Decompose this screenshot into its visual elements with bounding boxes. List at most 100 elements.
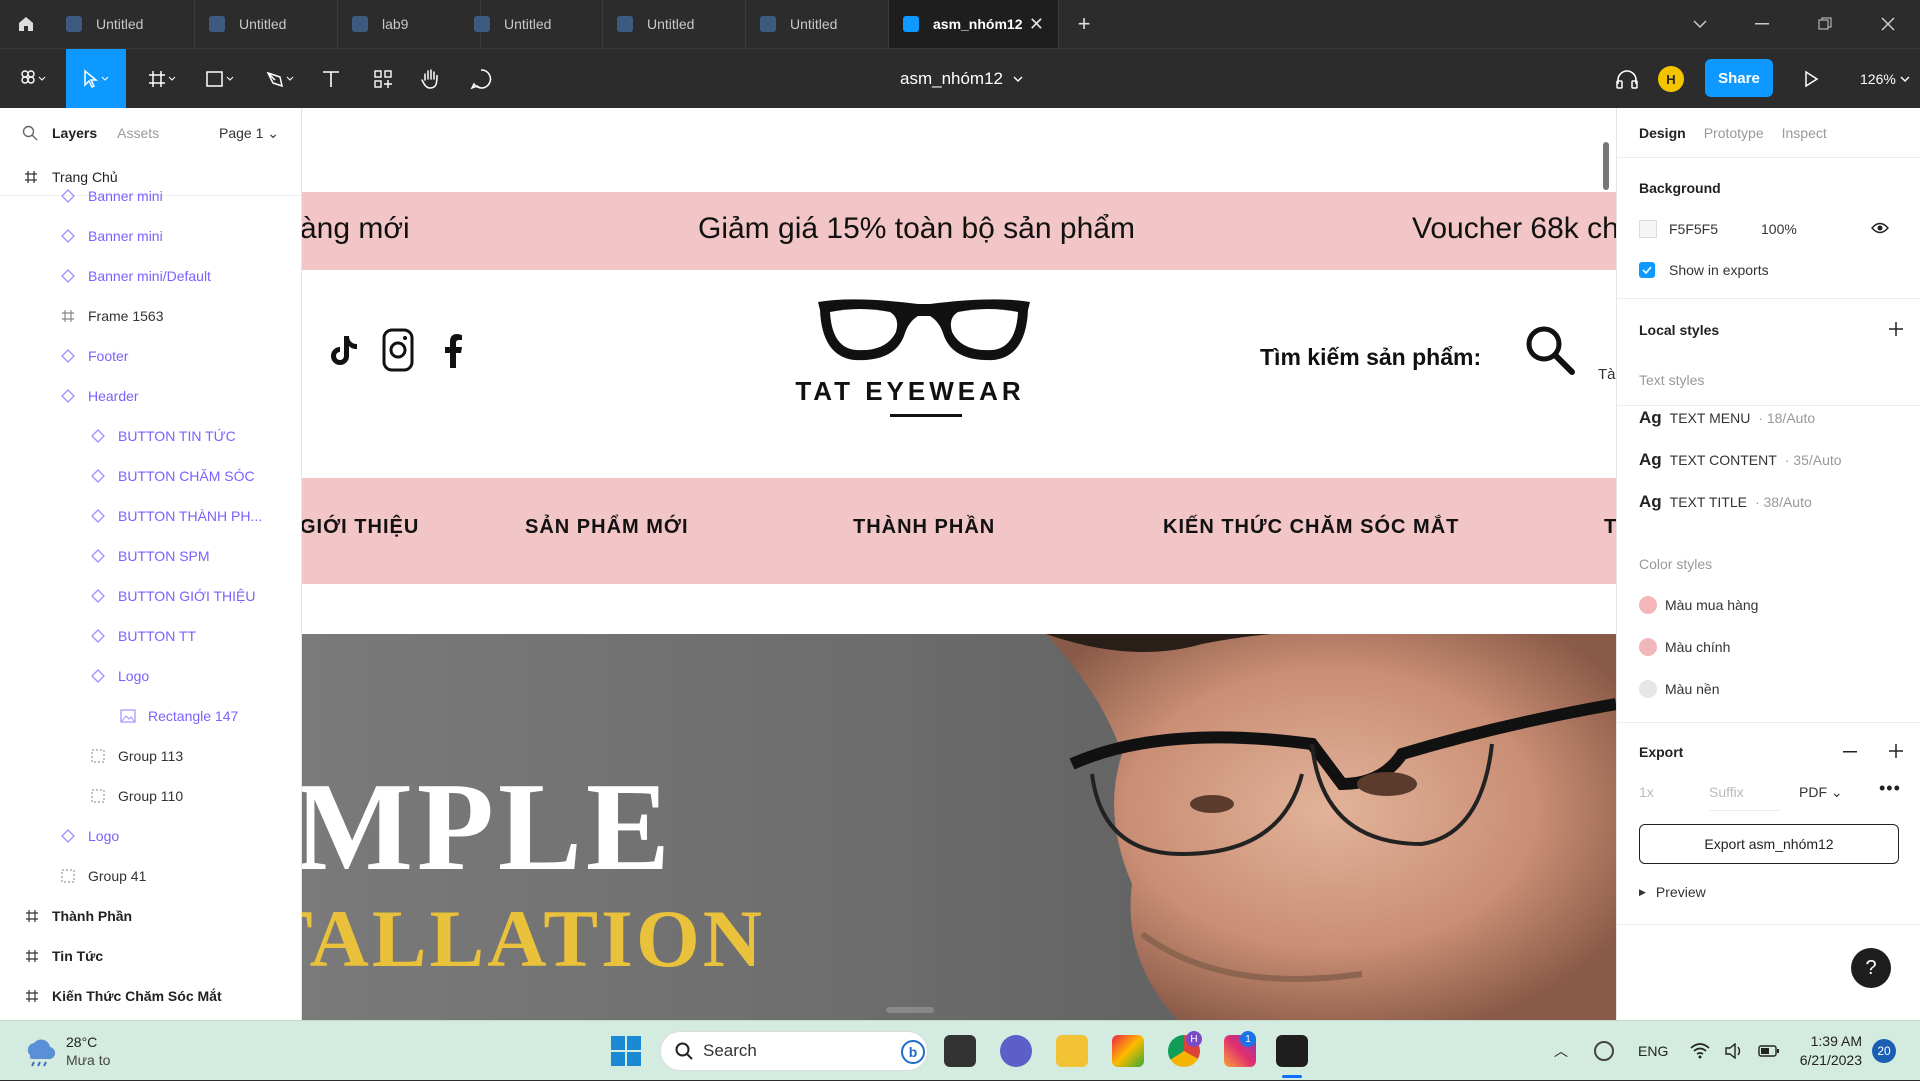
search-icon[interactable] <box>22 125 38 141</box>
tab-asm-nhom12[interactable]: asm_nhóm12 ✕ <box>889 0 1059 48</box>
tab-untitled-2[interactable]: Untitled <box>195 0 338 48</box>
layer-row[interactable]: Group 110 <box>0 776 301 816</box>
design-frame[interactable]: àng mới Giảm giá 15% toàn bộ sản phẩm Vo… <box>302 108 1616 1020</box>
text-style-item[interactable]: Ag TEXT MENU · 18/Auto <box>1639 408 1815 428</box>
layer-row[interactable]: Group 41 <box>0 856 301 896</box>
weather-widget[interactable]: 28°C Mưa to <box>22 1021 110 1081</box>
resources-tool[interactable] <box>368 49 398 109</box>
text-style-item[interactable]: Ag TEXT TITLE · 38/Auto <box>1639 492 1812 512</box>
vertical-scrollbar[interactable] <box>1603 142 1609 190</box>
page-frame-row[interactable]: Tin Tức <box>0 936 301 976</box>
layer-row[interactable]: Banner mini/Default <box>0 256 301 296</box>
shape-tool[interactable] <box>198 49 242 109</box>
start-button[interactable] <box>610 1035 642 1067</box>
nav-thanh-phan[interactable]: THÀNH PHẦN <box>853 516 995 539</box>
avatar[interactable]: H <box>1658 66 1684 92</box>
search-icon[interactable] <box>1524 324 1576 376</box>
export-scale[interactable]: 1x <box>1639 784 1654 800</box>
share-button[interactable]: Share <box>1705 59 1773 97</box>
tab-design[interactable]: Design <box>1639 125 1686 141</box>
tab-untitled-4[interactable]: Untitled <box>603 0 746 48</box>
preview-toggle[interactable]: ▶ Preview <box>1639 884 1706 900</box>
minus-icon[interactable] <box>1843 751 1857 753</box>
layer-row[interactable]: BUTTON TT <box>0 616 301 656</box>
file-explorer-icon[interactable] <box>1056 1035 1088 1067</box>
layer-row[interactable]: Logo <box>0 656 301 696</box>
tab-prototype[interactable]: Prototype <box>1704 125 1764 141</box>
clock[interactable]: 1:39 AM 6/21/2023 <box>1790 1021 1862 1081</box>
layer-row[interactable]: Footer <box>0 336 301 376</box>
more-options-icon[interactable]: ••• <box>1879 778 1901 799</box>
tab-assets[interactable]: Assets <box>117 125 159 141</box>
layer-row[interactable]: Frame 1563 <box>0 296 301 336</box>
network-alert-icon[interactable] <box>1594 1021 1614 1081</box>
layer-row[interactable]: BUTTON CHĂM SÓC <box>0 456 301 496</box>
figma-app-icon[interactable] <box>1276 1035 1308 1067</box>
tabs-dropdown-button[interactable] <box>1670 0 1730 48</box>
show-hidden-icons[interactable]: ︿ <box>1554 1021 1568 1081</box>
color-style-item[interactable]: Màu mua hàng <box>1639 596 1758 614</box>
export-button[interactable]: Export asm_nhóm12 <box>1639 824 1899 864</box>
tab-layers[interactable]: Layers <box>52 125 97 141</box>
layer-row[interactable]: Rectangle 147 <box>0 696 301 736</box>
eye-icon[interactable] <box>1871 221 1889 235</box>
nav-gioi-thieu[interactable]: GIỚI THIỆU <box>302 516 419 539</box>
notification-badge[interactable]: 20 <box>1872 1039 1896 1063</box>
move-tool[interactable] <box>66 49 126 109</box>
store-icon[interactable] <box>1112 1035 1144 1067</box>
hero-banner[interactable]: MPLE TALLATION <box>302 634 1616 1020</box>
export-format-select[interactable]: PDF ⌄ <box>1799 784 1843 801</box>
layer-row[interactable]: Group 113 <box>0 736 301 776</box>
horizontal-scrollbar[interactable] <box>886 1007 934 1013</box>
page-selector[interactable]: Page 1 ⌄ <box>219 125 279 142</box>
nav-tin-tuc[interactable]: T <box>1604 516 1616 539</box>
text-tool[interactable] <box>316 49 346 109</box>
home-button[interactable] <box>0 0 52 48</box>
pen-tool[interactable] <box>258 49 302 109</box>
layer-row[interactable]: BUTTON SPM <box>0 536 301 576</box>
promo-banner[interactable]: àng mới Giảm giá 15% toàn bộ sản phẩm Vo… <box>302 192 1616 270</box>
close-tab-icon[interactable]: ✕ <box>1029 14 1044 35</box>
canvas[interactable]: àng mới Giảm giá 15% toàn bộ sản phẩm Vo… <box>302 108 1616 1020</box>
restore-button[interactable] <box>1795 0 1855 48</box>
plus-icon[interactable] <box>1889 322 1903 336</box>
teams-icon[interactable] <box>1000 1035 1032 1067</box>
nav-san-pham-moi[interactable]: SẢN PHẨM MỚI <box>525 516 689 539</box>
new-tab-button[interactable]: + <box>1070 10 1098 38</box>
tab-untitled-1[interactable]: Untitled <box>52 0 195 48</box>
show-exports-checkbox[interactable] <box>1639 262 1655 278</box>
tab-untitled-3[interactable]: Untitled <box>460 0 603 48</box>
export-suffix-input[interactable]: Suffix <box>1709 784 1781 811</box>
layer-row[interactable]: Banner mini <box>0 216 301 256</box>
tab-inspect[interactable]: Inspect <box>1782 125 1827 141</box>
close-window-button[interactable] <box>1858 0 1918 48</box>
task-view-icon[interactable] <box>944 1035 976 1067</box>
system-tray[interactable] <box>1690 1021 1780 1081</box>
page-frame-row[interactable]: Thành Phần <box>0 896 301 936</box>
comment-tool[interactable] <box>466 49 496 109</box>
main-menu-button[interactable] <box>10 49 56 109</box>
color-style-item[interactable]: Màu nền <box>1639 680 1719 698</box>
help-button[interactable]: ? <box>1851 948 1891 988</box>
minimize-button[interactable] <box>1732 0 1792 48</box>
layer-row[interactable]: Hearder <box>0 376 301 416</box>
header-area[interactable]: TAT EYEWEAR Tìm kiếm sản phẩm: Tà <box>302 270 1616 486</box>
layer-row[interactable]: BUTTON GIỚI THIỆU <box>0 576 301 616</box>
nav-kien-thuc[interactable]: KIẾN THỨC CHĂM SÓC MẮT <box>1163 516 1459 539</box>
language-indicator[interactable]: ENG <box>1638 1021 1668 1081</box>
bg-hex-value[interactable]: F5F5F5 <box>1669 221 1718 237</box>
bg-color-swatch[interactable] <box>1639 220 1657 238</box>
layer-row[interactable]: Logo <box>0 816 301 856</box>
layer-row[interactable]: BUTTON THÀNH PH... <box>0 496 301 536</box>
layer-row[interactable]: BUTTON TIN TỨC <box>0 416 301 456</box>
hand-tool[interactable] <box>416 49 446 109</box>
page-frame-row[interactable]: Kiến Thức Chăm Sóc Mắt <box>0 976 301 1016</box>
plus-icon[interactable] <box>1889 744 1903 758</box>
layer-row[interactable]: Banner mini <box>0 176 301 216</box>
taskbar-search[interactable]: Search b <box>660 1031 928 1071</box>
bg-opacity-value[interactable]: 100% <box>1761 221 1797 237</box>
tab-untitled-5[interactable]: Untitled <box>746 0 889 48</box>
file-title[interactable]: asm_nhóm12 <box>900 49 1023 109</box>
present-button[interactable] <box>1796 49 1826 109</box>
audio-button[interactable] <box>1612 49 1642 109</box>
